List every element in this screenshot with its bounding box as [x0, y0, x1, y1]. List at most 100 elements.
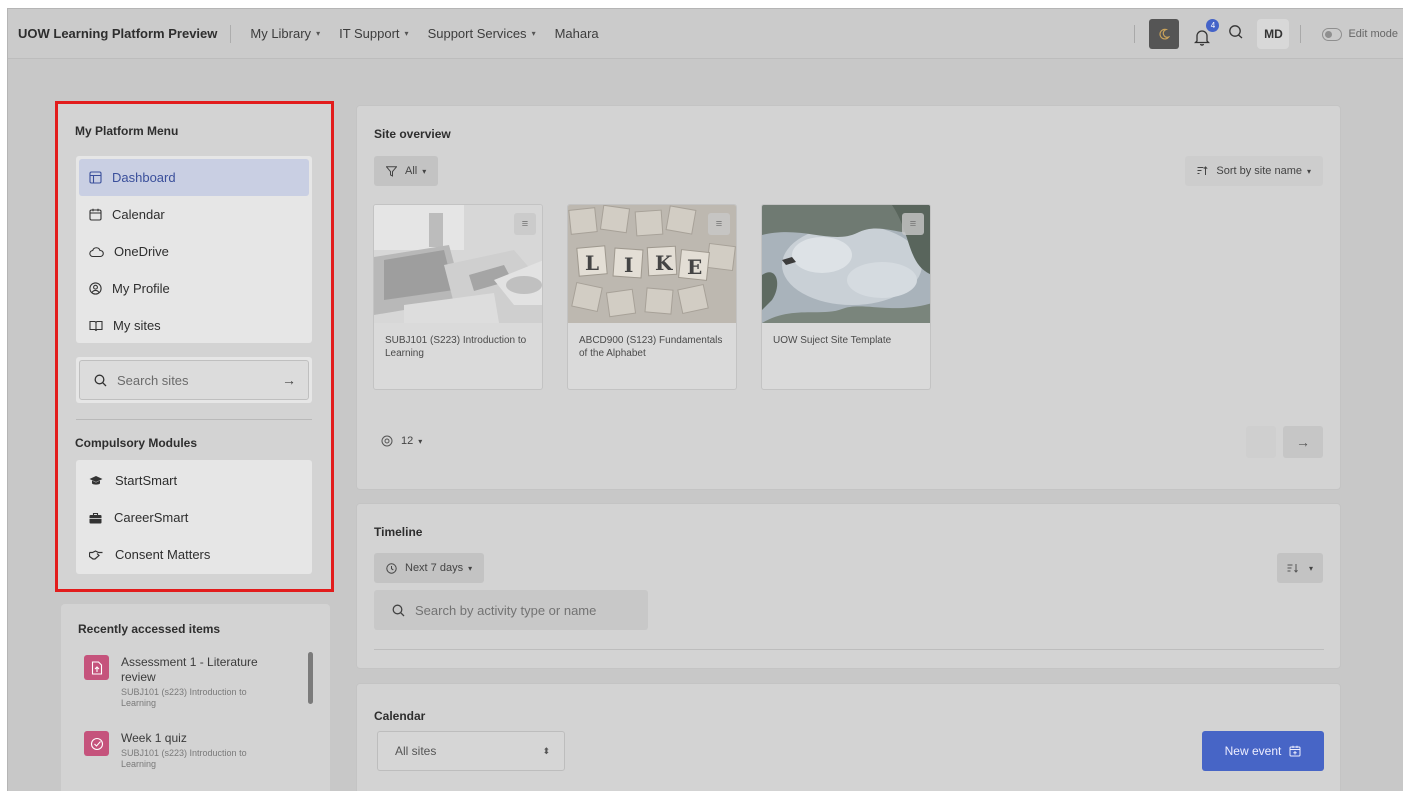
chevron-down-icon: ▾ — [422, 166, 427, 176]
site-card[interactable]: ≡ UOW Suject Site Template — [761, 204, 931, 390]
book-icon — [89, 320, 103, 331]
timeline-search-input[interactable]: Search by activity type or name — [374, 590, 648, 630]
calendar-site-select[interactable]: All sites ⬍ — [377, 731, 565, 771]
site-image: ≡ — [374, 205, 542, 323]
per-page-dropdown[interactable]: 12 ▾ — [381, 426, 422, 456]
site-menu-icon[interactable]: ≡ — [708, 213, 730, 235]
filter-label: All — [405, 165, 418, 177]
recent-item-name[interactable]: Week 1 quiz — [121, 731, 281, 746]
menu-item-label: My Profile — [112, 281, 170, 296]
recent-item-site: SUBJ101 (s223) Introduction to Learning — [121, 687, 247, 708]
brand-link[interactable]: UOW Learning Platform Preview — [18, 24, 232, 43]
site-name[interactable]: UOW Suject Site Template — [762, 323, 930, 358]
search-icon — [94, 374, 107, 386]
toggle-icon[interactable] — [1322, 27, 1343, 41]
new-event-button[interactable]: New event — [1202, 731, 1324, 771]
menu-item-my-sites[interactable]: My sites — [79, 307, 309, 344]
filter-icon — [386, 165, 397, 177]
search-icon — [392, 604, 405, 616]
quiz-icon — [84, 731, 109, 756]
chevron-down-icon: ▾ — [1308, 563, 1313, 573]
site-name[interactable]: SUBJ101 (S223) Introduction to Learning — [374, 323, 542, 371]
module-item-consent-matters[interactable]: Consent Matters — [79, 536, 309, 573]
menu-item-label: Dashboard — [112, 170, 176, 185]
bell-icon — [1194, 30, 1211, 46]
filter-dropdown[interactable]: All ▾ — [374, 156, 439, 186]
clock-icon — [386, 562, 397, 574]
recent-scrollbar[interactable] — [308, 652, 313, 704]
edit-mode-label: Edit mode — [1348, 28, 1398, 40]
arrow-right-icon[interactable]: → — [282, 372, 296, 388]
site-image: ≡ — [762, 205, 930, 323]
dark-mode-button[interactable] — [1149, 19, 1180, 49]
graduation-cap-icon — [89, 476, 103, 485]
chevron-down-icon: ▾ — [1306, 166, 1311, 176]
menu-item-my-profile[interactable]: My Profile — [79, 270, 309, 307]
assignment-icon — [84, 655, 109, 680]
sort-icon — [1287, 564, 1298, 573]
pagination-previous-button[interactable] — [1246, 426, 1276, 458]
site-card[interactable]: L I K E ≡ ABCD900 (S123) Fundamentals of… — [567, 204, 737, 390]
menu-divider — [76, 419, 312, 420]
timeline-title: Timeline — [374, 525, 423, 539]
timeline-search-placeholder: Search by activity type or name — [415, 602, 597, 618]
menu-item-calendar[interactable]: Calendar — [79, 196, 309, 233]
chevron-down-icon: ▾ — [418, 436, 423, 446]
menu-item-label: OneDrive — [114, 244, 169, 259]
tile-letter-i: I — [624, 253, 634, 277]
sort-dropdown[interactable]: Sort by site name ▾ — [1185, 156, 1323, 186]
recent-item[interactable]: Assessment 1 - Literature review SUBJ101… — [84, 655, 281, 709]
search-sites-wrapper: Search sites → — [76, 357, 312, 403]
select-arrows-icon: ⬍ — [542, 745, 550, 756]
notifications-button[interactable]: 4 — [1194, 19, 1220, 46]
chevron-down-icon: ▾ — [316, 29, 321, 38]
calendar-title: Calendar — [374, 709, 426, 723]
platform-menu-list: Dashboard Calendar OneDrive My Profile M… — [76, 156, 312, 343]
edit-mode-switch[interactable]: Edit mode — [1312, 27, 1398, 41]
sort-icon — [1197, 166, 1208, 175]
pagination-next-button[interactable]: → — [1283, 426, 1323, 458]
site-name[interactable]: ABCD900 (S123) Fundamentals of the Alpha… — [568, 323, 736, 371]
arrow-right-icon: → — [1296, 434, 1310, 450]
recent-item[interactable]: Week 1 quiz SUBJ101 (s223) Introduction … — [84, 731, 281, 770]
my-platform-menu-block: My Platform Menu Dashboard Calendar OneD… — [55, 101, 334, 592]
site-overview-title: Site overview — [374, 127, 451, 141]
module-item-careersmart[interactable]: CareerSmart — [79, 499, 309, 536]
site-menu-icon[interactable]: ≡ — [514, 213, 536, 235]
user-avatar[interactable]: MD — [1257, 19, 1290, 49]
timeline-range-dropdown[interactable]: Next 7 days ▾ — [374, 553, 485, 583]
sort-label: Sort by site name — [1216, 165, 1302, 177]
calendar-card: Calendar All sites ⬍ New event — [356, 683, 1341, 791]
navbar-tools: 4 MD Edit mode — [1134, 9, 1403, 59]
timeline-sort-dropdown[interactable]: ▾ — [1276, 553, 1323, 583]
recent-item-name[interactable]: Assessment 1 - Literature review — [121, 655, 281, 685]
nav-my-library[interactable]: My Library ▾ — [250, 26, 320, 41]
dashboard-icon — [89, 171, 102, 184]
platform-menu-title: My Platform Menu — [75, 124, 179, 138]
nav-support-services[interactable]: Support Services ▾ — [428, 26, 536, 41]
menu-item-onedrive[interactable]: OneDrive — [79, 233, 309, 270]
messages-button[interactable] — [1228, 24, 1244, 45]
search-sites-input[interactable]: Search sites → — [79, 360, 309, 400]
module-item-startsmart[interactable]: StartSmart — [79, 462, 309, 499]
screen-frame: UOW Learning Platform Preview My Library… — [7, 8, 1403, 791]
tile-letter-l: L — [585, 251, 600, 275]
site-card[interactable]: ≡ SUBJ101 (S223) Introduction to Learnin… — [373, 204, 543, 390]
new-event-label: New event — [1224, 744, 1282, 758]
menu-item-label: Calendar — [112, 207, 165, 222]
chevron-down-icon: ▾ — [468, 563, 473, 573]
menu-item-dashboard[interactable]: Dashboard — [79, 159, 309, 196]
search-sites-placeholder: Search sites — [117, 372, 189, 388]
nav-it-support[interactable]: IT Support ▾ — [339, 26, 408, 41]
recently-accessed-block: Recently accessed items Assessment 1 - L… — [61, 604, 330, 791]
chat-icon — [1229, 24, 1243, 38]
nav-mahara[interactable]: Mahara — [555, 26, 599, 41]
chevron-down-icon: ▾ — [531, 29, 536, 38]
navbar-divider — [1134, 25, 1136, 43]
moon-icon — [1159, 28, 1171, 40]
compulsory-modules-title: Compulsory Modules — [75, 436, 198, 450]
compulsory-modules-list: StartSmart CareerSmart Consent Matters — [76, 460, 312, 574]
tile-letter-k: K — [655, 251, 673, 275]
nav-it-support-label: IT Support — [339, 26, 400, 41]
site-menu-icon[interactable]: ≡ — [902, 213, 924, 235]
